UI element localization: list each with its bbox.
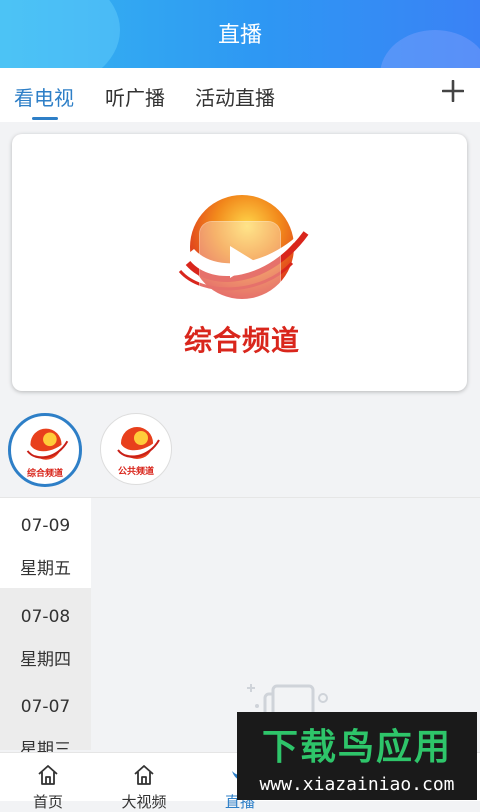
watermark-url: www.xiazainiao.com bbox=[259, 774, 455, 795]
plus-icon[interactable] bbox=[441, 78, 465, 108]
nav-label: 大视频 bbox=[121, 793, 167, 811]
play-icon bbox=[230, 246, 256, 278]
weekday-text: 星期五 bbox=[20, 559, 71, 579]
nav-home[interactable]: 首页 bbox=[0, 753, 96, 811]
watermark-title: 下载鸟应用 bbox=[261, 727, 452, 768]
channel-item-zonghe[interactable]: 综合频道 bbox=[8, 413, 82, 487]
app-header: 直播 bbox=[0, 0, 480, 68]
channel-list: 综合频道 公共频道 bbox=[0, 403, 480, 497]
video-player[interactable]: 综合频道 bbox=[12, 134, 467, 391]
nav-label: 首页 bbox=[32, 793, 63, 811]
channel-logo-text: 综合频道 bbox=[183, 324, 300, 357]
date-text: 07-09 bbox=[20, 516, 71, 536]
home-icon bbox=[134, 765, 154, 785]
home-icon bbox=[38, 765, 58, 785]
page-title: 直播 bbox=[217, 23, 262, 48]
tab-event-live[interactable]: 活动直播 bbox=[195, 82, 275, 111]
play-button[interactable] bbox=[200, 222, 280, 302]
active-tab-indicator bbox=[32, 117, 58, 120]
tab-radio[interactable]: 听广播 bbox=[105, 82, 165, 111]
weekday-text: 星期四 bbox=[20, 650, 71, 670]
channel-label: 综合频道 bbox=[26, 469, 63, 479]
nav-big-video[interactable]: 大视频 bbox=[96, 753, 192, 811]
date-item[interactable]: 07-09 星期五 bbox=[0, 498, 91, 588]
category-tabs: 看电视 听广播 活动直播 bbox=[0, 68, 480, 122]
date-item[interactable]: 07-08 星期四 bbox=[0, 589, 91, 679]
date-list: 07-09 星期五 07-08 星期四 07-07 星期三 bbox=[0, 498, 91, 760]
channel-item-gonggong[interactable]: 公共频道 bbox=[100, 413, 172, 485]
date-text: 07-08 bbox=[20, 607, 71, 627]
tab-tv[interactable]: 看电视 bbox=[14, 82, 74, 111]
date-text: 07-07 bbox=[20, 697, 71, 717]
watermark-banner: 下载鸟应用 www.xiazainiao.com bbox=[237, 712, 477, 800]
channel-label: 公共频道 bbox=[117, 467, 154, 477]
